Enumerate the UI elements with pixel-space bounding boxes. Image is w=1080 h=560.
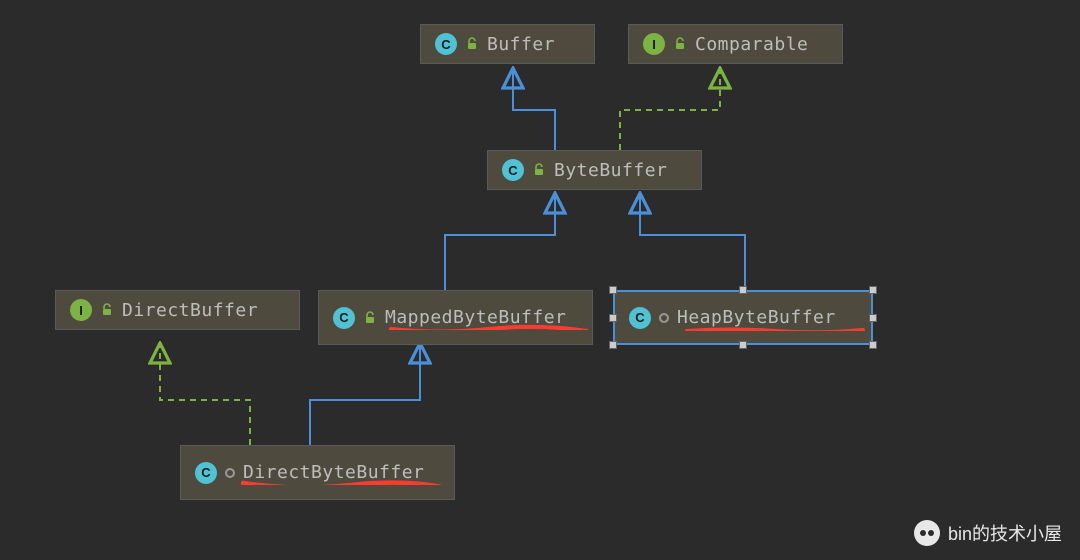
selection-handle[interactable] [869, 314, 877, 322]
class-icon: C [629, 307, 651, 329]
class-icon: C [333, 307, 355, 329]
class-icon: C [502, 159, 524, 181]
watermark-text: bin的技术小屋 [948, 520, 1062, 546]
selection-handle[interactable] [609, 314, 617, 322]
node-label: Comparable [695, 34, 808, 55]
selection-handle[interactable] [609, 341, 617, 349]
selection-handle[interactable] [869, 286, 877, 294]
class-icon: C [195, 462, 217, 484]
node-mappedbytebuffer[interactable]: C MappedByteBuffer [318, 290, 593, 345]
lock-open-icon [363, 311, 377, 325]
package-private-icon [659, 313, 669, 323]
selection-handle[interactable] [869, 341, 877, 349]
node-directbuffer[interactable]: I DirectBuffer [55, 290, 300, 330]
selection-handle[interactable] [739, 341, 747, 349]
wechat-icon [914, 520, 940, 546]
node-label: DirectByteBuffer [243, 462, 424, 483]
node-heapbytebuffer[interactable]: C HeapByteBuffer [613, 290, 873, 345]
lock-open-icon [465, 37, 479, 51]
node-label: DirectBuffer [122, 300, 258, 321]
node-label: MappedByteBuffer [385, 307, 566, 328]
node-directbytebuffer[interactable]: C DirectByteBuffer [180, 445, 455, 500]
diagram-connectors [0, 0, 1080, 560]
watermark: bin的技术小屋 [914, 520, 1062, 546]
class-icon: C [435, 33, 457, 55]
node-bytebuffer[interactable]: C ByteBuffer [487, 150, 702, 190]
package-private-icon [225, 468, 235, 478]
node-comparable[interactable]: I Comparable [628, 24, 843, 64]
node-label: ByteBuffer [554, 160, 667, 181]
selection-handle[interactable] [739, 286, 747, 294]
lock-open-icon [673, 37, 687, 51]
interface-icon: I [70, 299, 92, 321]
selection-handle[interactable] [609, 286, 617, 294]
interface-icon: I [643, 33, 665, 55]
node-buffer[interactable]: C Buffer [420, 24, 595, 64]
lock-open-icon [100, 303, 114, 317]
node-label: Buffer [487, 34, 555, 55]
node-label: HeapByteBuffer [677, 307, 836, 328]
lock-open-icon [532, 163, 546, 177]
